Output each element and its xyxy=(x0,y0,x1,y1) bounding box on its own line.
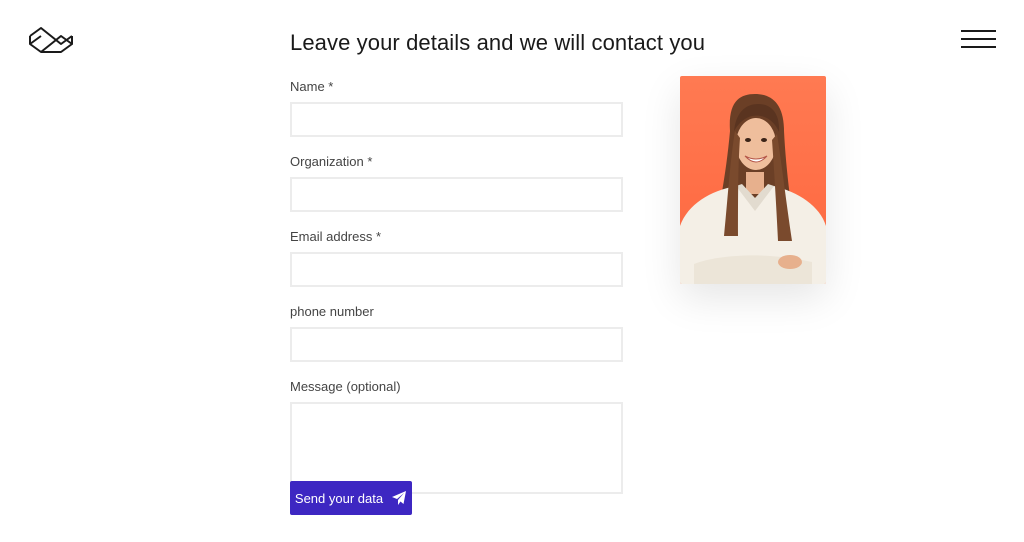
contact-form: Name * Organization * Email address * ph… xyxy=(290,78,623,494)
email-input[interactable] xyxy=(290,252,623,287)
message-label: Message (optional) xyxy=(290,379,401,394)
organization-input[interactable] xyxy=(290,177,623,212)
brand-logo-icon[interactable] xyxy=(28,26,74,54)
menu-line xyxy=(961,46,996,48)
phone-label: phone number xyxy=(290,304,374,319)
email-label: Email address * xyxy=(290,229,382,244)
person-portrait-illustration xyxy=(680,94,826,284)
send-data-button[interactable]: Send your data xyxy=(290,481,412,515)
contact-page: Leave your details and we will contact y… xyxy=(0,0,1024,542)
menu-line xyxy=(961,38,996,40)
menu-line xyxy=(961,30,996,32)
send-data-label: Send your data xyxy=(294,490,384,506)
organization-label: Organization * xyxy=(290,154,373,169)
hamburger-menu-icon[interactable] xyxy=(961,30,996,50)
page-title: Leave your details and we will contact y… xyxy=(290,30,706,55)
phone-input[interactable] xyxy=(290,327,623,362)
contact-person-photo xyxy=(680,76,826,284)
paper-plane-icon xyxy=(392,491,407,505)
name-input[interactable] xyxy=(290,102,623,137)
name-label: Name * xyxy=(290,79,334,94)
